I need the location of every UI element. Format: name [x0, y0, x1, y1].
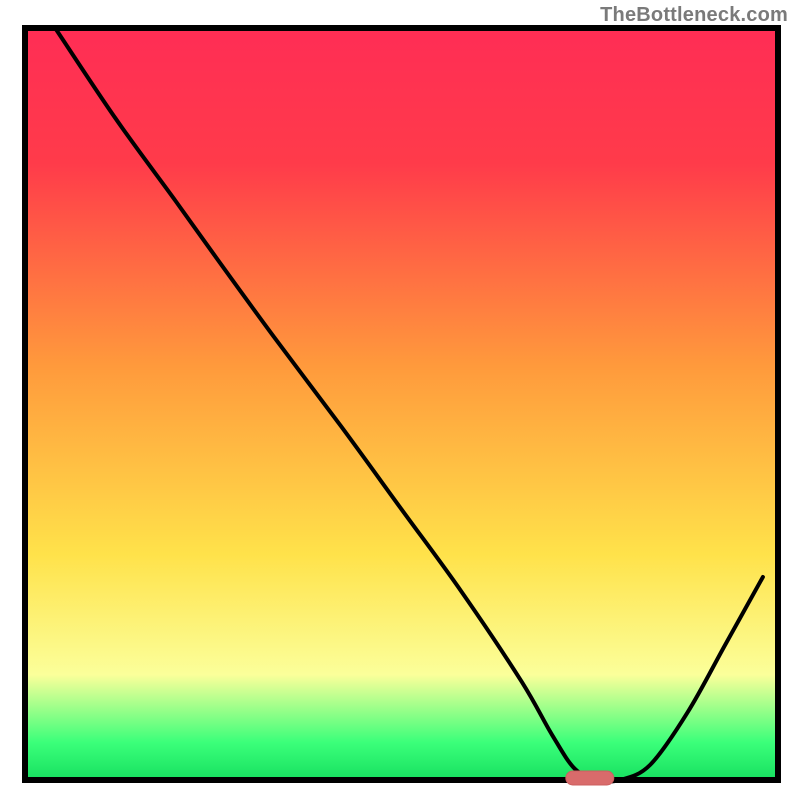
bottleneck-chart	[0, 0, 800, 800]
chart-container: TheBottleneck.com	[0, 0, 800, 800]
optimum-marker	[566, 771, 614, 785]
plot-background	[25, 28, 778, 780]
